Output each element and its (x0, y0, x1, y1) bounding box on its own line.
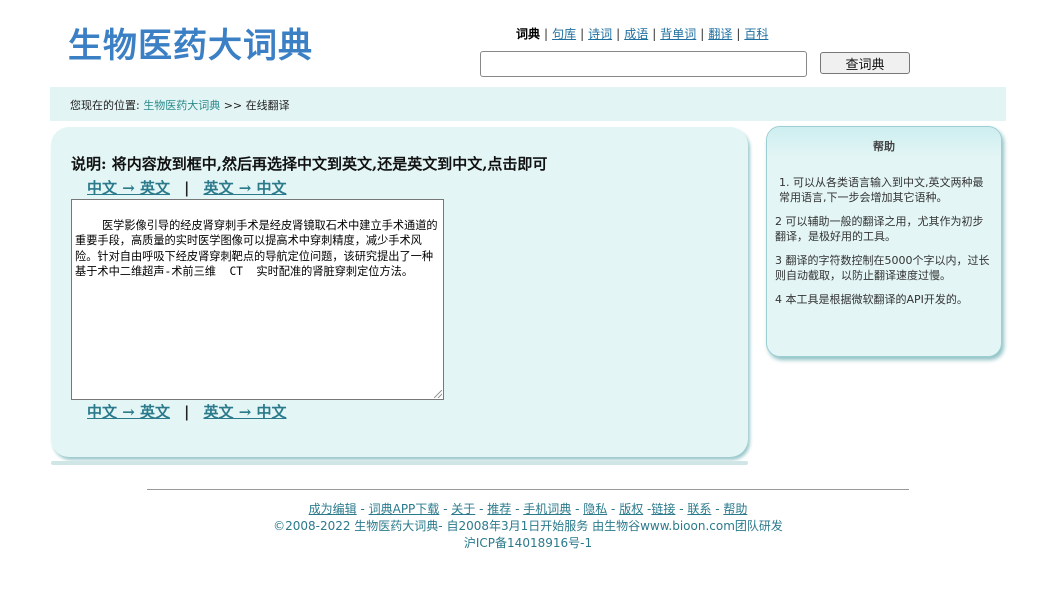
nav-item-poems[interactable]: 诗词 (588, 27, 612, 41)
zh-to-en-link[interactable]: 中文 → 英文 (87, 179, 170, 197)
footer: 成为编辑 - 词典APP下载 - 关于 - 推荐 - 手机词典 - 隐私 - 版… (0, 501, 1056, 552)
search-input[interactable] (480, 51, 807, 77)
footer-link-mobile[interactable]: 手机词典 (523, 502, 571, 516)
nav-item-sentences[interactable]: 句库 (552, 27, 576, 41)
nav-separator: | (580, 27, 585, 41)
footer-links: 成为编辑 - 词典APP下载 - 关于 - 推荐 - 手机词典 - 隐私 - 版… (308, 502, 748, 516)
footer-link-app-download[interactable]: 词典APP下载 (369, 502, 440, 516)
direction-links-top: 中文 → 英文 | 英文 → 中文 (87, 177, 287, 198)
footer-link-about[interactable]: 关于 (451, 502, 475, 516)
en-to-zh-link[interactable]: 英文 → 中文 (203, 179, 286, 197)
footer-icp[interactable]: 沪ICP备14018916号-1 (0, 535, 1056, 552)
translate-textarea[interactable]: 医学影像引导的经皮肾穿刺手术是经皮肾镜取石术中建立手术通道的重要手段，高质量的实… (71, 199, 444, 400)
help-item: 3 翻译的字符数控制在5000个字以内，过长则自动截取，以防止翻译速度过慢。 (775, 254, 990, 282)
translate-text: 医学影像引导的经皮肾穿刺手术是经皮肾镜取石术中建立手术通道的重要手段，高质量的实… (75, 218, 438, 279)
help-item: 2 可以辅助一般的翻译之用，尤其作为初步翻译，是极好用的工具。 (775, 215, 984, 243)
help-item: 4 本工具是根据微软翻译的API开发的。 (775, 293, 968, 306)
nav-separator: | (544, 27, 549, 41)
en-to-zh-link[interactable]: 英文 → 中文 (203, 403, 286, 421)
nav-item-idioms[interactable]: 成语 (624, 27, 648, 41)
help-title: 帮助 (767, 127, 1001, 157)
nav-separator: | (616, 27, 621, 41)
footer-copyright: ©2008-2022 生物医药大词典- 自2008年3月1日开始服务 由生物谷w… (273, 519, 783, 533)
footer-link-recommend[interactable]: 推荐 (487, 502, 511, 516)
breadcrumb: 您现在的位置: 生物医药大词典 >> 在线翻译 (50, 87, 1006, 121)
breadcrumb-home-link[interactable]: 生物医药大词典 (143, 99, 220, 112)
breadcrumb-current: 在线翻译 (245, 99, 290, 112)
nav-separator: | (652, 27, 657, 41)
breadcrumb-prefix: 您现在的位置: (70, 99, 140, 112)
site-logo[interactable]: 生物医药大词典 (68, 18, 313, 67)
instruction-text: 说明: 将内容放到框中,然后再选择中文到英文,还是英文到中文,点击即可 (71, 155, 548, 173)
footer-link-privacy[interactable]: 隐私 (583, 502, 607, 516)
nav-separator: | (700, 27, 705, 41)
nav-item-encyclopedia[interactable]: 百科 (744, 27, 768, 41)
nav-item-dictionary[interactable]: 词典 (516, 27, 540, 41)
zh-to-en-link[interactable]: 中文 → 英文 (87, 403, 170, 421)
footer-link-contact[interactable]: 联系 (687, 502, 711, 516)
breadcrumb-arrow: >> (223, 99, 243, 112)
translator-panel: 说明: 将内容放到框中,然后再选择中文到英文,还是英文到中文,点击即可 中文 →… (51, 127, 748, 457)
direction-divider: | (184, 403, 190, 421)
footer-link-become-editor[interactable]: 成为编辑 (309, 502, 357, 516)
footer-link-links[interactable]: 链接 (651, 502, 675, 516)
help-panel: 帮助 1. 可以从各类语言输入到中文,英文两种最常用语言,下一步会增加其它语种。… (766, 126, 1002, 357)
direction-divider: | (184, 179, 190, 197)
resize-grip-icon[interactable] (434, 390, 442, 398)
panel-divider (51, 461, 748, 465)
footer-link-help[interactable]: 帮助 (723, 502, 747, 516)
nav-item-translate[interactable]: 翻译 (708, 27, 732, 41)
nav-separator: | (736, 27, 741, 41)
help-item: 1. 可以从各类语言输入到中文,英文两种最常用语言,下一步会增加其它语种。 (779, 176, 984, 204)
nav-item-vocabulary[interactable]: 背单词 (660, 27, 696, 41)
footer-divider (147, 489, 909, 490)
footer-link-copyright[interactable]: 版权 (619, 502, 643, 516)
direction-links-bottom: 中文 → 英文 | 英文 → 中文 (87, 401, 287, 422)
top-navigation: 词典 | 句库 | 诗词 | 成语 | 背单词 | 翻译 | 百科 (516, 25, 768, 42)
search-button[interactable]: 查词典 (820, 52, 910, 74)
